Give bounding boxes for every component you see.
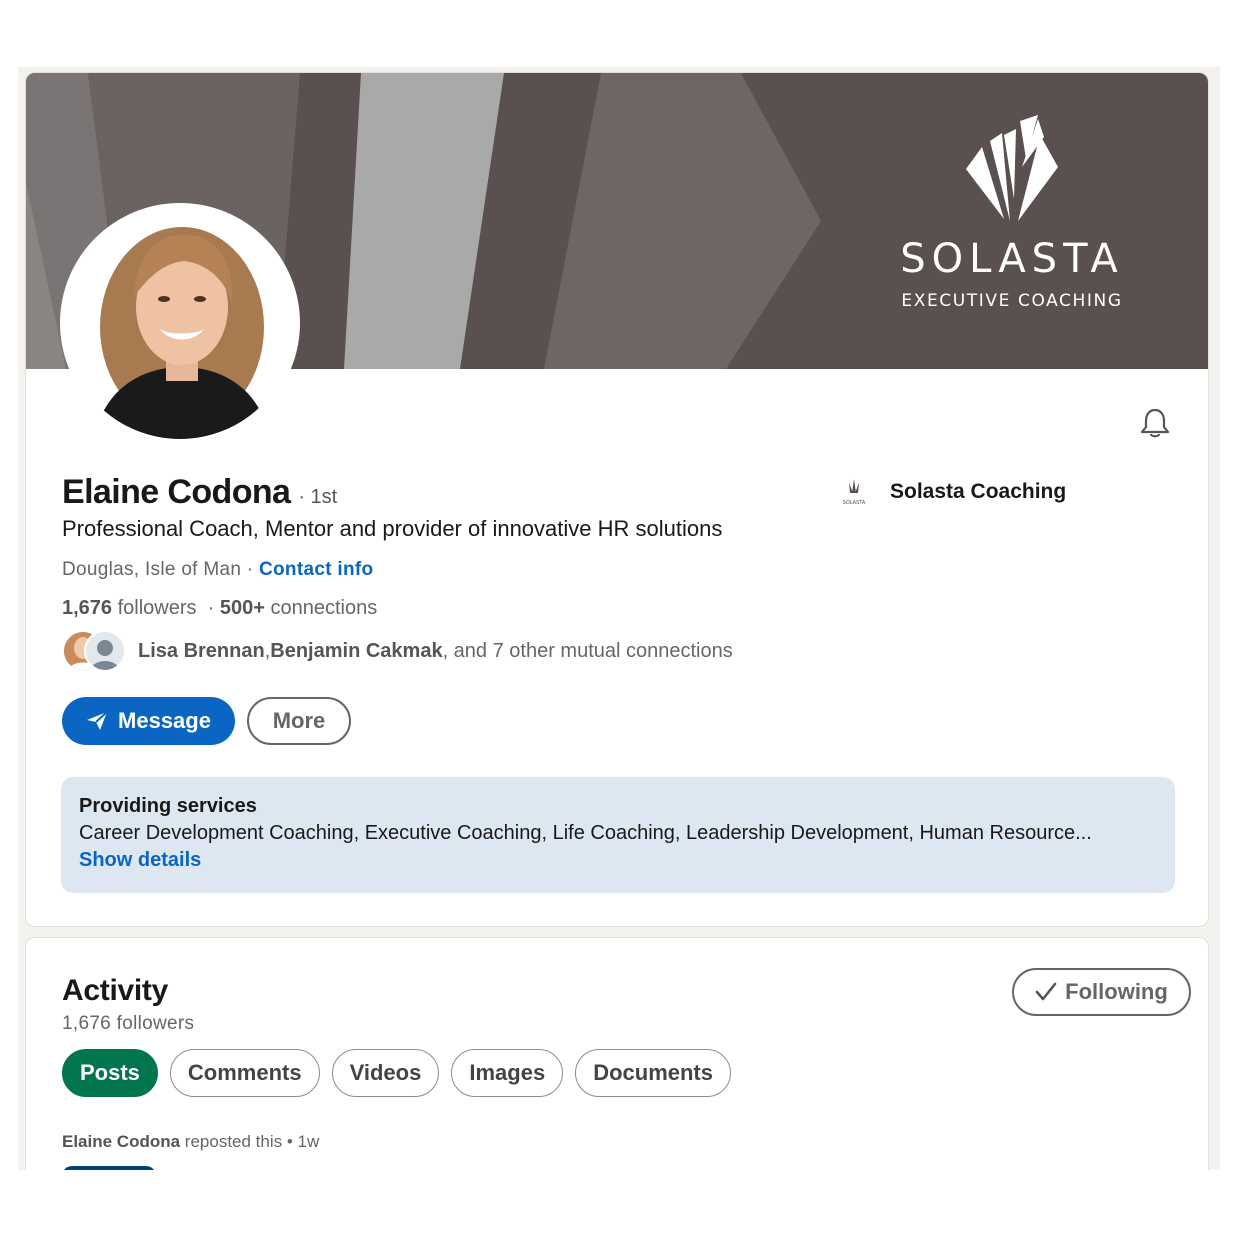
separator-dot: · [241, 559, 259, 580]
following-button-label: Following [1065, 979, 1168, 1004]
send-icon [87, 711, 108, 730]
more-button[interactable]: More [247, 697, 351, 745]
followers-count: 1,676 [62, 597, 113, 619]
services-list: Career Development Coaching, Executive C… [79, 822, 1092, 844]
stats-row: 1,676 followers · 500+ connections [62, 597, 377, 620]
svg-text:SOLASTA: SOLASTA [843, 500, 866, 506]
location-row: Douglas, Isle of Man · Contact info [62, 559, 373, 581]
company-name: Solasta Coaching [890, 480, 1067, 503]
activity-tabs: Posts Comments Videos Images Documents [62, 1049, 743, 1097]
profile-name: Elaine Codona [62, 473, 291, 511]
followers-label: followers [112, 597, 197, 619]
mutual-connections[interactable]: Lisa Brennan, Benjamin Cakmak, and 7 oth… [62, 630, 733, 672]
mutual-rest: , and 7 other mutual connections [442, 639, 733, 662]
connections-prefix: · [207, 597, 220, 619]
connection-degree: · 1st [298, 486, 338, 508]
services-panel: Providing services Career Development Co… [61, 777, 1175, 893]
connections-label[interactable]: connections [265, 597, 378, 619]
tab-documents[interactable]: Documents [575, 1049, 731, 1097]
brand-name: SOLASTA [900, 236, 1124, 282]
more-button-label: More [272, 708, 326, 733]
avatar [84, 630, 126, 672]
mutual-avatars [62, 630, 128, 672]
repost-author[interactable]: Elaine Codona [62, 1132, 180, 1151]
activity-followers: 1,676 followers [62, 1013, 195, 1034]
profile-photo-image [64, 207, 296, 439]
current-company[interactable]: SOLASTA Solasta Coaching [836, 477, 1066, 507]
solasta-mark-icon [966, 115, 1058, 221]
post-preview[interactable] [62, 1166, 156, 1170]
name-row: Elaine Codona · 1st [62, 473, 337, 512]
services-title: Providing services [79, 795, 257, 817]
tab-posts[interactable]: Posts [62, 1049, 158, 1097]
tab-comments[interactable]: Comments [169, 1049, 320, 1097]
solasta-logo: SOLASTA EXECUTIVE COACHING [900, 115, 1124, 311]
repost-meta: reposted this • 1w [180, 1132, 320, 1151]
profile-card: SOLASTA EXECUTIVE COACHING Elaine Codona… [25, 72, 1209, 927]
repost-header: Elaine Codona reposted this • 1w [62, 1132, 319, 1152]
checkmark-icon [1035, 982, 1057, 1001]
mutual-name-1: Lisa Brennan [138, 639, 265, 662]
profile-photo[interactable] [60, 203, 300, 443]
activity-card: Activity 1,676 followers Following Posts… [25, 937, 1209, 1170]
bell-icon[interactable] [1138, 406, 1172, 440]
mutual-name-2: Benjamin Cakmak [270, 639, 443, 662]
activity-title: Activity [62, 974, 168, 1007]
connections-count[interactable]: 500+ [220, 597, 265, 619]
contact-info-link[interactable]: Contact info [259, 559, 373, 580]
page-background: SOLASTA EXECUTIVE COACHING Elaine Codona… [18, 67, 1220, 1170]
tab-videos[interactable]: Videos [331, 1049, 440, 1097]
tab-images[interactable]: Images [451, 1049, 564, 1097]
show-details-link[interactable]: Show details [79, 849, 201, 872]
following-button[interactable]: Following [1012, 968, 1191, 1016]
message-button[interactable]: Message [62, 697, 235, 745]
profile-location: Douglas, Isle of Man [62, 559, 242, 580]
profile-headline: Professional Coach, Mentor and provider … [62, 516, 723, 541]
message-button-label: Message [118, 708, 211, 733]
company-logo-icon: SOLASTA [843, 479, 866, 506]
brand-tagline: EXECUTIVE COACHING [901, 291, 1123, 311]
